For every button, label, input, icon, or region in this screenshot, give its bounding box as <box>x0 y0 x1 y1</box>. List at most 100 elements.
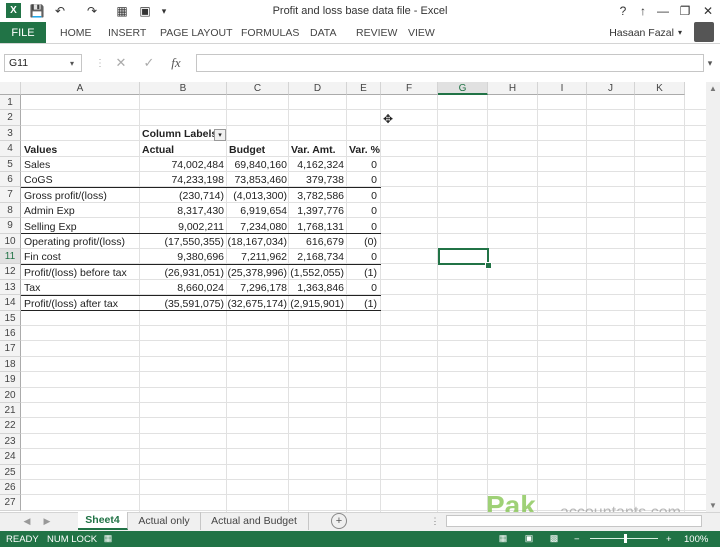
pivot-value-cell[interactable]: 0 <box>347 158 377 173</box>
minimize-icon[interactable]: — <box>652 2 674 20</box>
enter-icon[interactable]: ✓ <box>139 54 159 72</box>
zoom-slider-thumb[interactable] <box>624 534 627 543</box>
row-header-6[interactable]: 6 <box>0 172 21 188</box>
column-header-c[interactable]: C <box>227 82 289 95</box>
pivot-value-cell[interactable]: 74,002,484 <box>140 158 224 173</box>
insert-function-icon[interactable]: fx <box>166 54 186 72</box>
pivot-value-cell[interactable]: 1,397,776 <box>289 204 344 219</box>
pivot-value-cell[interactable]: (1,552,055) <box>289 266 344 281</box>
row-header-7[interactable]: 7 <box>0 187 21 203</box>
pivot-value-cell[interactable]: 1,363,846 <box>289 281 344 296</box>
add-sheet-button[interactable]: + <box>331 513 347 529</box>
formula-input[interactable] <box>196 54 704 72</box>
pivot-value-cell[interactable]: (4,013,300) <box>227 189 287 204</box>
close-icon[interactable]: ✕ <box>697 2 719 20</box>
tab-insert[interactable]: INSERT <box>108 22 146 43</box>
prev-sheet-icon[interactable]: ◀ <box>20 514 34 528</box>
pivot-value-cell[interactable]: 4,162,324 <box>289 158 344 173</box>
pivot-value-cell[interactable]: 0 <box>347 204 377 219</box>
row-header-17[interactable]: 17 <box>0 341 21 357</box>
row-header-13[interactable]: 13 <box>0 279 21 296</box>
column-header-g[interactable]: G <box>438 82 488 95</box>
pivot-row-label[interactable]: Sales <box>24 158 50 173</box>
pivot-row-label[interactable]: Admin Exp <box>24 204 75 219</box>
row-header-9[interactable]: 9 <box>0 218 21 234</box>
row-header-16[interactable]: 16 <box>0 326 21 342</box>
tab-page-layout[interactable]: PAGE LAYOUT <box>160 22 233 43</box>
pivot-value-cell[interactable]: (17,550,355) <box>140 235 224 250</box>
macro-record-icon[interactable]: ▦ <box>102 533 114 544</box>
pivot-value-cell[interactable]: (26,931,051) <box>140 266 224 281</box>
sheet-tab-actual-only[interactable]: Actual only <box>128 512 201 530</box>
pivot-value-cell[interactable]: 0 <box>347 189 377 204</box>
row-header-27[interactable]: 27 <box>0 495 21 511</box>
pivot-value-cell[interactable]: 69,840,160 <box>227 158 287 173</box>
zoom-out-button[interactable]: − <box>574 531 580 547</box>
horizontal-scrollbar[interactable] <box>446 515 702 527</box>
user-account[interactable]: Hasaan Fazal ▾ <box>609 22 682 43</box>
pivot-row-label[interactable]: Gross profit/(loss) <box>24 189 107 204</box>
tab-data[interactable]: DATA <box>310 22 336 43</box>
sheet-tab-actual-and-budget[interactable]: Actual and Budget <box>200 512 309 530</box>
sheet-tab-sheet4[interactable]: Sheet4 <box>78 512 128 530</box>
row-header-11[interactable]: 11 <box>0 249 21 265</box>
column-header-a[interactable]: A <box>21 82 140 95</box>
column-header-i[interactable]: I <box>538 82 587 95</box>
scroll-up-icon[interactable]: ▲ <box>706 84 720 93</box>
row-header-24[interactable]: 24 <box>0 449 21 465</box>
ribbon-display-icon[interactable]: ↑ <box>632 2 654 20</box>
row-header-4[interactable]: 4 <box>0 141 21 157</box>
pivot-value-cell[interactable]: 8,660,024 <box>140 281 224 296</box>
worksheet-grid[interactable]: ABCDEFGHIJK 1 2 3 4 5 6 7 8 9 10 11 12 13 14 15 16 17 18 1… <box>0 82 706 512</box>
pivot-value-cell[interactable]: (1) <box>347 266 377 281</box>
pivot-value-cell[interactable]: 3,782,586 <box>289 189 344 204</box>
next-sheet-icon[interactable]: ▶ <box>40 514 54 528</box>
column-header-e[interactable]: E <box>347 82 381 95</box>
zoom-level[interactable]: 100% <box>684 531 708 547</box>
row-header-20[interactable]: 20 <box>0 387 21 403</box>
row-header-3[interactable]: 3 <box>0 125 21 142</box>
column-header-k[interactable]: K <box>635 82 685 95</box>
row-header-14[interactable]: 14 <box>0 295 21 311</box>
row-header-10[interactable]: 10 <box>0 233 21 249</box>
pivot-value-cell[interactable]: 8,317,430 <box>140 204 224 219</box>
row-header-15[interactable]: 15 <box>0 310 21 326</box>
pivot-row-label[interactable]: Profit/(loss) before tax <box>24 266 127 281</box>
fill-handle[interactable] <box>485 262 492 269</box>
pivot-value-cell[interactable]: 0 <box>347 281 377 296</box>
pivot-value-cell[interactable]: (25,378,996) <box>227 266 287 281</box>
filter-dropdown-icon[interactable]: ▾ <box>214 129 226 141</box>
column-header-f[interactable]: F <box>381 82 438 95</box>
scroll-down-icon[interactable]: ▼ <box>706 501 720 510</box>
row-header-25[interactable]: 25 <box>0 464 21 480</box>
avatar[interactable] <box>694 22 714 42</box>
pivot-value-cell[interactable]: (18,167,034) <box>227 235 287 250</box>
cancel-icon[interactable]: ✕ <box>111 54 131 72</box>
row-header-19[interactable]: 19 <box>0 372 21 388</box>
tab-view[interactable]: VIEW <box>408 22 435 43</box>
row-header-5[interactable]: 5 <box>0 156 21 172</box>
pivot-value-cell[interactable]: (0) <box>347 235 377 250</box>
row-header-26[interactable]: 26 <box>0 480 21 496</box>
pivot-value-cell[interactable]: (230,714) <box>140 189 224 204</box>
restore-icon[interactable]: ❐ <box>674 2 696 20</box>
tab-file[interactable]: FILE <box>0 22 46 43</box>
expand-formula-icon[interactable]: ▾ <box>700 54 720 72</box>
vertical-scrollbar[interactable]: ▲ ▼ <box>706 82 720 512</box>
column-header-h[interactable]: H <box>488 82 538 95</box>
row-header-21[interactable]: 21 <box>0 403 21 419</box>
tab-formulas[interactable]: FORMULAS <box>241 22 299 43</box>
row-header-22[interactable]: 22 <box>0 418 21 434</box>
row-header-18[interactable]: 18 <box>0 356 21 373</box>
zoom-in-button[interactable]: + <box>666 531 672 547</box>
normal-view-icon[interactable]: ▦ <box>497 533 509 544</box>
selected-cell-g11[interactable] <box>438 248 489 265</box>
column-header-b[interactable]: B <box>140 82 227 95</box>
row-header-23[interactable]: 23 <box>0 433 21 450</box>
pivot-row-label[interactable]: Tax <box>24 281 40 296</box>
chevron-down-icon[interactable]: ▾ <box>70 55 80 71</box>
column-header-d[interactable]: D <box>289 82 347 95</box>
page-break-view-icon[interactable]: ▩ <box>548 533 560 544</box>
pivot-value-cell[interactable]: 616,679 <box>289 235 344 250</box>
select-all-corner[interactable] <box>0 82 21 95</box>
